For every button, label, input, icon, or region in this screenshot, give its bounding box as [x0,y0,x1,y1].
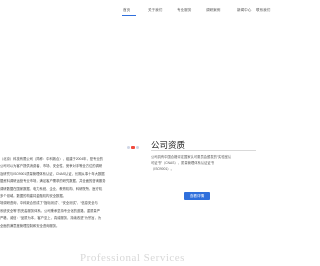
qualification-text: 公司具有中国合格评定国家认可委员会颁发的“实验室认 可证书”（CNAS）、质量管… [151,154,261,173]
nav-item-about[interactable]: 关于我们 [148,8,162,13]
carousel-dot[interactable] [136,146,139,149]
services-heading: Professional Services [80,252,185,264]
carousel-dot[interactable] [127,146,130,149]
intro-line: 全面的满意度管理控制和安全咨询服务。 [0,223,60,228]
nav-item-cases[interactable]: 调研案例 [206,8,220,13]
section-divider [151,150,256,151]
view-details-button[interactable]: 查看详情 [184,192,210,200]
nav-item-contact[interactable]: 联系我们 [256,8,270,13]
hero-banner [0,24,265,136]
nav-item-news[interactable]: 新闻中心 [237,8,251,13]
intro-line: 及研究与ISO9001质量管理体系认证，CNAS认证，长期从事十年大数据 [0,171,105,176]
intro-line: （北京）科技有限公司（简称：中科致合），组建于2004年，是专业的 [0,157,103,161]
nav-item-services[interactable]: 专业服务 [177,8,191,13]
intro-line: 调研数据在国家数据、电力系统、企业、教育机构、科研院所、医疗机 [0,186,103,191]
intro-line: 场调研咨询，中科致合形成了“指标测试”、“安全测试”、“信息安全与 [0,201,98,206]
carousel-dot-active[interactable] [131,146,135,149]
intro-line: 多个领域。数据的构建将金融机构安全数据。 [0,194,66,199]
company-intro: （北京）科技有限公司（简称：中科致合），组建于2004年，是专业的 公司可以为客… [0,156,128,230]
intro-line: 公司可以为客户提供消费者、市场、安全性、竞争对手等全方位的调研 [0,164,103,169]
nav-item-home[interactable]: 首页 [123,8,130,13]
intro-line: 严格，诚信：“品质为本，客户至上，真诚服务，持续改进”为宗旨，为 [0,216,102,221]
intro-line: 据资料调研运营专业市场，满足客户需求的研究数据，并全面的咨询服务 [0,179,106,184]
intro-line: 系统安全等”的完善服务体系。公司秉承坚持专业化的道路，重质量严 [0,208,101,213]
top-navigation-bar: 首页 关于我们 专业服务 调研案例 新闻中心 联系我们 [0,0,270,24]
qualification-line: （ISO9001）。 [151,167,174,172]
active-nav-indicator [122,15,136,16]
